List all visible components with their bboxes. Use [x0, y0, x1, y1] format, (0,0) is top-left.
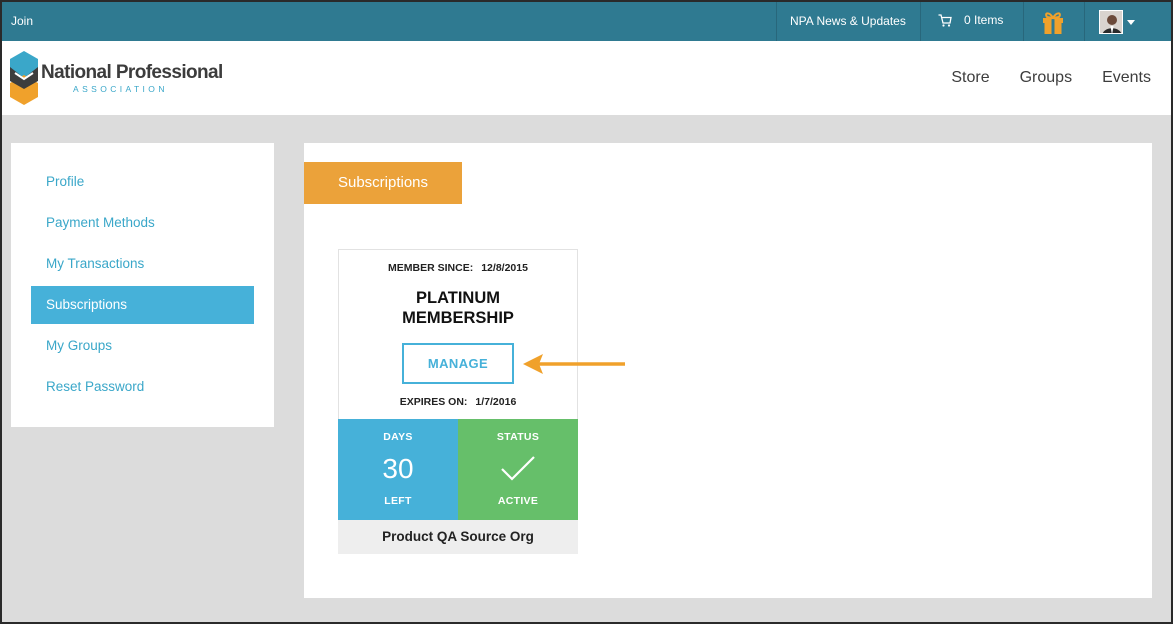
top-bar: Join NPA News & Updates 0 Items	[2, 2, 1171, 41]
member-since-value: 12/8/2015	[481, 262, 528, 274]
plan-name: PLATINUM MEMBERSHIP	[339, 288, 577, 328]
days-value: 30	[382, 453, 414, 484]
main-nav: Store Groups Events	[951, 69, 1151, 87]
divider	[776, 2, 777, 41]
gift-icon[interactable]	[1040, 9, 1066, 35]
check-icon	[501, 456, 535, 481]
member-since: MEMBER SINCE: 12/8/2015	[339, 262, 577, 274]
days-left-label: LEFT	[384, 495, 412, 507]
plan-name-line2: MEMBERSHIP	[402, 309, 514, 327]
divider	[1023, 2, 1024, 41]
cart-button[interactable]: 0 Items	[938, 13, 1003, 27]
site-header: National Professional ASSOCIATION Store …	[2, 41, 1171, 115]
days-left-tile: DAYS 30 LEFT	[338, 419, 458, 520]
chevron-down-icon	[1127, 19, 1135, 25]
sidebar-item-my-transactions[interactable]: My Transactions	[31, 245, 254, 283]
brand-subtitle: ASSOCIATION	[73, 84, 168, 94]
user-menu[interactable]	[1099, 10, 1135, 34]
expires-value: 1/7/2016	[475, 396, 517, 408]
npa-logo-icon[interactable]	[10, 51, 38, 105]
status-tile: STATUS ACTIVE	[458, 419, 578, 520]
plan-name-line1: PLATINUM	[415, 289, 500, 307]
nav-groups[interactable]: Groups	[1020, 69, 1072, 87]
divider	[1084, 2, 1085, 41]
divider	[920, 2, 921, 41]
account-sidebar: Profile Payment Methods My Transactions …	[11, 143, 274, 427]
sidebar-item-reset-password[interactable]: Reset Password	[31, 368, 254, 406]
days-label: DAYS	[383, 431, 413, 443]
status-label: STATUS	[496, 431, 540, 443]
brand-name: National Professional	[41, 62, 223, 83]
cart-icon	[938, 13, 952, 27]
user-avatar	[1099, 10, 1123, 34]
nav-events[interactable]: Events	[1102, 69, 1151, 87]
nav-store[interactable]: Store	[951, 69, 989, 87]
section-title: Subscriptions	[304, 162, 462, 204]
organization-name: Product QA Source Org	[338, 520, 578, 554]
sidebar-item-subscriptions[interactable]: Subscriptions	[31, 286, 254, 324]
cart-count: 0 Items	[964, 13, 1004, 27]
news-updates-link[interactable]: NPA News & Updates	[790, 14, 906, 28]
expires-label: EXPIRES ON:	[399, 396, 468, 408]
main-content: Subscriptions MEMBER SINCE: 12/8/2015 PLA…	[304, 143, 1152, 598]
sidebar-item-profile[interactable]: Profile	[31, 163, 254, 201]
sidebar-item-my-groups[interactable]: My Groups	[31, 327, 254, 365]
member-since-label: MEMBER SINCE:	[388, 262, 474, 274]
sidebar-item-payment-methods[interactable]: Payment Methods	[31, 204, 254, 242]
expires-on: EXPIRES ON: 1/7/2016	[339, 396, 577, 408]
subscription-card: MEMBER SINCE: 12/8/2015 PLATINUM MEMBERSH…	[338, 249, 578, 554]
annotation-arrow-icon	[523, 354, 625, 374]
join-link[interactable]: Join	[11, 14, 33, 28]
status-value: ACTIVE	[497, 495, 539, 507]
manage-button[interactable]: MANAGE	[402, 343, 514, 384]
